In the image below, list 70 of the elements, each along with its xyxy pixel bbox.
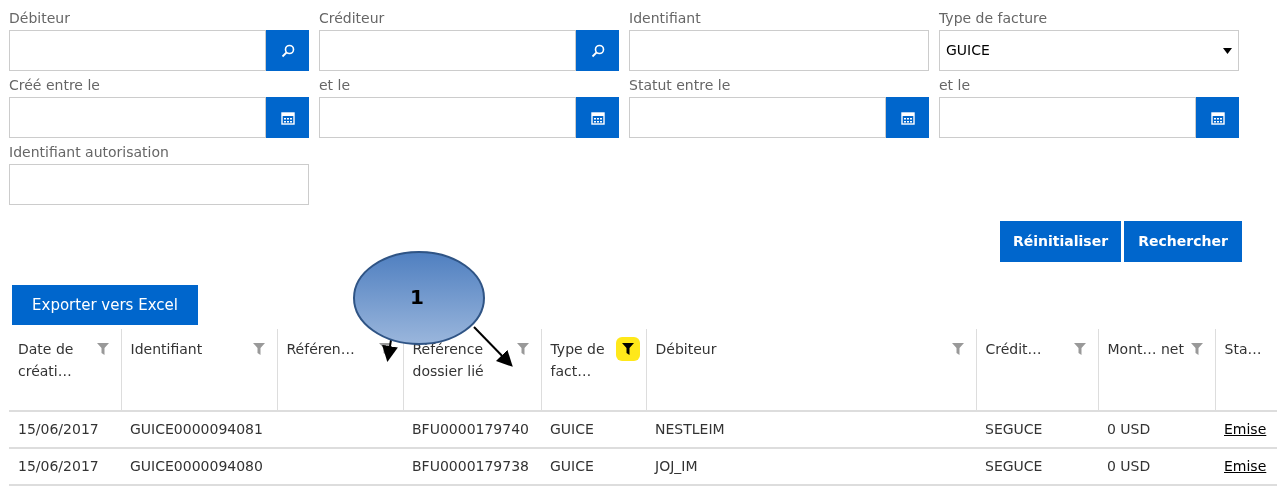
- column-header[interactable]: Identifiant: [130, 338, 247, 360]
- callout-number: 1: [410, 284, 424, 311]
- field-label: Débiteur: [9, 9, 71, 28]
- filter-icon: [951, 343, 964, 355]
- table-cell: BFU0000179738: [412, 458, 529, 474]
- column-header[interactable]: Date de créati…: [18, 338, 91, 382]
- calendar-icon: [899, 109, 916, 126]
- status-link[interactable]: Emise: [1224, 421, 1267, 437]
- field-label: Type de facture: [939, 9, 1049, 28]
- dropdown[interactable]: GUICE: [939, 30, 1239, 71]
- input-field[interactable]: [9, 97, 266, 138]
- search-button[interactable]: Rechercher: [1124, 221, 1242, 262]
- field-label: Créditeur: [319, 9, 386, 28]
- arrow: [382, 339, 398, 362]
- table-cell: JOJ_IM: [655, 458, 698, 474]
- table-cell: 15/06/2017: [18, 458, 99, 474]
- field-label: Identifiant autorisation: [9, 143, 170, 162]
- calendar-icon: [589, 109, 606, 126]
- column-header[interactable]: Crédit…: [985, 338, 1068, 360]
- filter-icon: [252, 343, 265, 355]
- filter-icon: [378, 343, 391, 355]
- search-button[interactable]: [576, 30, 619, 71]
- field-label: Identifiant: [629, 9, 702, 28]
- search-icon: [279, 42, 296, 59]
- search-button[interactable]: [266, 30, 309, 71]
- field-label: et le: [939, 76, 972, 95]
- calendar-icon: [279, 109, 296, 126]
- calendar-button[interactable]: [266, 97, 309, 138]
- table-cell: GUICE: [550, 421, 594, 437]
- field-label: et le: [319, 76, 352, 95]
- table-cell: SEGUCE: [985, 421, 1043, 437]
- input-field[interactable]: [9, 164, 309, 205]
- export-button[interactable]: Exporter vers Excel: [12, 285, 198, 325]
- calendar-button[interactable]: [886, 97, 929, 138]
- table-cell: GUICE0000094080: [130, 458, 263, 474]
- table-cell: NESTLEIM: [655, 421, 725, 437]
- filter-button[interactable]: [615, 337, 640, 361]
- table-cell: BFU0000179740: [412, 421, 529, 437]
- table-cell: 0 USD: [1107, 458, 1151, 474]
- column-header[interactable]: Sta…: [1224, 338, 1269, 360]
- table-cell: GUICE0000094081: [130, 421, 263, 437]
- table-cell: 15/06/2017: [18, 421, 99, 437]
- field-label: Créé entre le: [9, 76, 101, 95]
- table-cell: 0 USD: [1107, 421, 1151, 437]
- input-field[interactable]: [629, 30, 929, 71]
- column-header[interactable]: Débiteur: [655, 338, 946, 360]
- filter-icon: [516, 343, 529, 355]
- input-field[interactable]: [319, 30, 576, 71]
- input-field[interactable]: [629, 97, 886, 138]
- column-header[interactable]: Référen…: [286, 338, 373, 360]
- filter-icon: [621, 343, 634, 355]
- field-label: Statut entre le: [629, 76, 732, 95]
- column-header[interactable]: Référence dossier lié: [412, 338, 511, 382]
- table-cell: SEGUCE: [985, 458, 1043, 474]
- column-header[interactable]: Mont… net: [1107, 338, 1185, 360]
- calendar-button[interactable]: [1196, 97, 1239, 138]
- reset-button[interactable]: Réinitialiser: [1000, 221, 1121, 262]
- table-cell: GUICE: [550, 458, 594, 474]
- calendar-icon: [1209, 109, 1226, 126]
- filter-icon: [96, 343, 109, 355]
- search-icon: [589, 42, 606, 59]
- column-header[interactable]: Type de fact…: [550, 338, 616, 382]
- calendar-button[interactable]: [576, 97, 619, 138]
- status-link[interactable]: Emise: [1224, 458, 1267, 474]
- input-field[interactable]: [319, 97, 576, 138]
- input-field[interactable]: [9, 30, 266, 71]
- caret-icon: [1223, 47, 1232, 54]
- filter-icon: [1190, 343, 1203, 355]
- filter-icon: [1073, 343, 1086, 355]
- input-field[interactable]: [939, 97, 1196, 138]
